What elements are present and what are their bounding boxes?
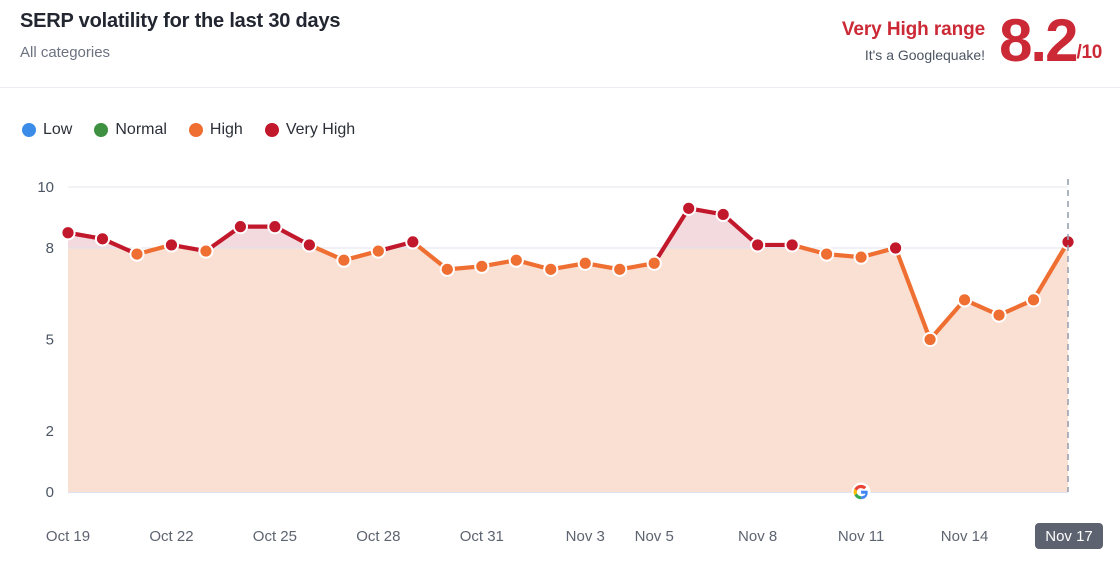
x-axis-tick-label: Nov 14 xyxy=(941,528,989,545)
legend-item-high[interactable]: High xyxy=(188,120,243,140)
score-value: 8.2 xyxy=(999,7,1078,74)
data-point[interactable] xyxy=(991,307,1007,323)
x-axis-tick-label: Nov 8 xyxy=(738,528,777,545)
x-axis-tick-label: Nov 5 xyxy=(635,528,674,545)
x-axis-tick-label: Nov 3 xyxy=(566,528,605,545)
y-axis-tick-label: 5 xyxy=(46,332,54,349)
data-point[interactable] xyxy=(853,249,869,265)
data-point[interactable] xyxy=(129,246,145,262)
data-point[interactable] xyxy=(956,292,973,308)
data-point[interactable] xyxy=(750,237,766,253)
data-point[interactable] xyxy=(1025,292,1042,308)
y-axis-tick-label: 10 xyxy=(37,179,54,196)
y-axis-tick-label: 0 xyxy=(46,484,54,501)
legend-swatch-icon xyxy=(94,123,109,137)
x-axis-tick-label: Oct 22 xyxy=(149,528,193,545)
legend-item-label: Very High xyxy=(285,121,356,138)
data-point[interactable] xyxy=(715,206,731,223)
data-point[interactable] xyxy=(784,237,800,253)
data-point[interactable] xyxy=(681,200,697,216)
category-subtitle: All categories xyxy=(20,44,111,61)
y-axis-tick-label: 2 xyxy=(46,423,54,440)
x-axis-tick-label: Oct 19 xyxy=(46,528,90,545)
data-point[interactable] xyxy=(508,252,524,268)
legend-item-label: Normal xyxy=(115,121,167,138)
data-point[interactable] xyxy=(577,255,593,271)
data-point[interactable] xyxy=(819,246,835,262)
serp-volatility-widget: SERP volatility for the last 30 days All… xyxy=(0,0,1120,581)
volatility-chart: 0 2 5 8 10 Oct 19 Oct 22 Oct 25 Oct 28 Oct 31 Nov … xyxy=(0,160,1120,581)
data-point[interactable] xyxy=(922,331,938,348)
score-text-block: Very High range It's a Googlequake! xyxy=(842,12,999,65)
data-point[interactable] xyxy=(336,252,352,268)
data-point[interactable] xyxy=(94,231,111,247)
score-value-group: 8.2 /10 xyxy=(999,7,1102,74)
data-point[interactable] xyxy=(612,261,628,277)
x-axis-tick-label: Oct 25 xyxy=(253,528,297,545)
data-point[interactable] xyxy=(405,234,421,250)
legend-item-low[interactable]: Low xyxy=(22,120,72,140)
x-axis-tick-label: Nov 11 xyxy=(838,528,884,545)
google-logo-icon[interactable] xyxy=(851,482,871,502)
data-point[interactable] xyxy=(60,225,76,241)
volatility-range-caption: It's a Googlequake! xyxy=(864,47,986,63)
data-point[interactable] xyxy=(301,237,317,253)
data-point[interactable] xyxy=(474,258,490,274)
score-denominator: /10 xyxy=(1076,42,1102,63)
data-point[interactable] xyxy=(232,219,249,235)
x-axis-tick-label-active[interactable]: Nov 17 xyxy=(1045,528,1093,545)
legend-swatch-icon xyxy=(22,123,36,137)
data-point[interactable] xyxy=(543,261,559,277)
legend-swatch-icon xyxy=(188,123,203,137)
x-axis-tick-label: Oct 28 xyxy=(356,528,400,545)
data-point[interactable] xyxy=(267,219,283,235)
page-title: SERP volatility for the last 30 days xyxy=(20,10,341,32)
header-title-block: SERP volatility for the last 30 days All… xyxy=(20,8,341,64)
data-point[interactable] xyxy=(439,261,455,277)
widget-header: SERP volatility for the last 30 days All… xyxy=(0,0,1120,88)
data-point[interactable] xyxy=(163,237,180,253)
x-axis-tick-label: Oct 31 xyxy=(460,528,504,545)
x-axis-labels: Oct 19 Oct 22 Oct 25 Oct 28 Oct 31 Nov 3 Nov 5… xyxy=(46,523,1103,549)
data-point[interactable] xyxy=(646,255,662,271)
data-point[interactable] xyxy=(887,240,904,256)
y-axis-tick-label: 8 xyxy=(46,240,54,257)
legend-item-normal[interactable]: Normal xyxy=(94,120,167,140)
chart-legend: Low Normal High Very High xyxy=(22,120,355,140)
data-point[interactable] xyxy=(198,243,214,259)
data-point[interactable] xyxy=(370,243,386,259)
legend-item-very-high[interactable]: Very High xyxy=(264,120,356,140)
legend-item-label: High xyxy=(209,121,243,138)
volatility-range-label: Very High range xyxy=(841,19,986,40)
legend-item-label: Low xyxy=(43,121,73,138)
score-summary: Very High range It's a Googlequake! 8.2 … xyxy=(842,7,1102,74)
chart-canvas: 0 2 5 8 10 Oct 19 Oct 22 Oct 25 Oct 28 Oct 31 Nov … xyxy=(37,179,1103,549)
legend-swatch-icon xyxy=(264,123,279,137)
